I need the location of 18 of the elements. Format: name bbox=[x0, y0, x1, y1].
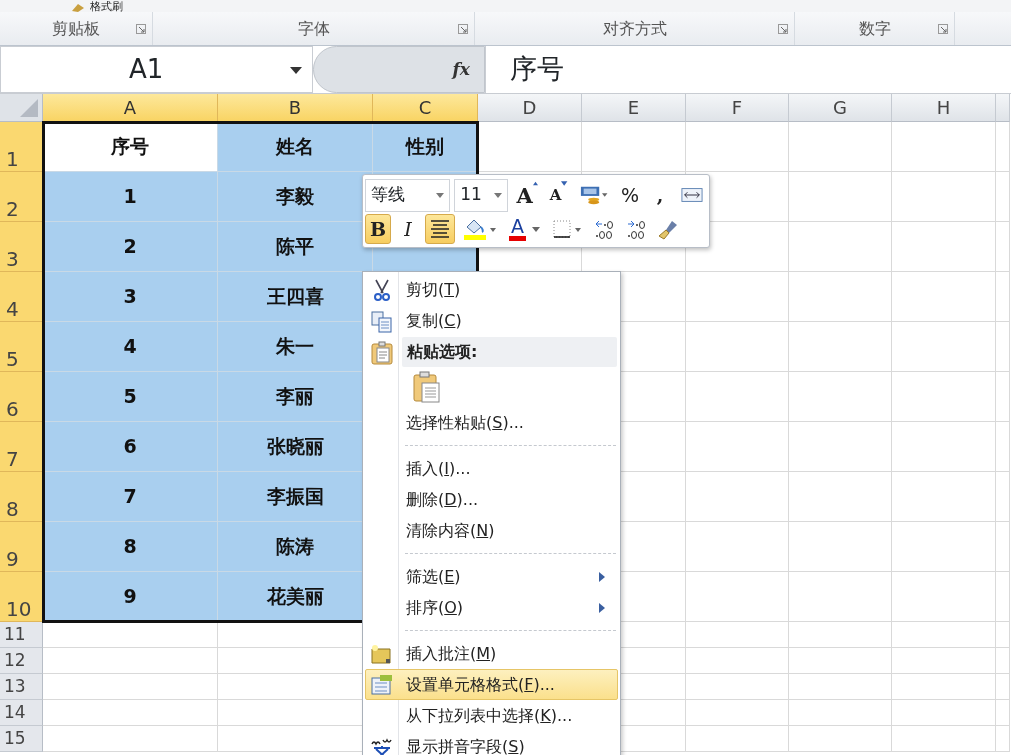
table-cell: 2 bbox=[43, 222, 218, 272]
group-label: 字体 bbox=[297, 17, 330, 40]
table-cell: 李毅 bbox=[218, 172, 373, 222]
table-cell: 序号 bbox=[43, 122, 218, 172]
table-cell: 6 bbox=[43, 422, 218, 472]
table-cell: 7 bbox=[43, 472, 218, 522]
menu-section-header: 粘贴选项: bbox=[402, 336, 617, 367]
table-cell: 1 bbox=[43, 172, 218, 222]
table-cell: 姓名 bbox=[218, 122, 373, 172]
group-label: 数字 bbox=[858, 17, 891, 40]
table-cell: 4 bbox=[43, 322, 218, 372]
table-cell: 5 bbox=[43, 372, 218, 422]
table-cell: 8 bbox=[43, 522, 218, 572]
table-cell: 3 bbox=[43, 272, 218, 322]
table-cell: 性别 bbox=[373, 122, 478, 172]
group-label: 剪贴板 bbox=[52, 17, 100, 40]
group-label: 对齐方式 bbox=[602, 17, 667, 40]
table-cell: 9 bbox=[43, 572, 218, 622]
